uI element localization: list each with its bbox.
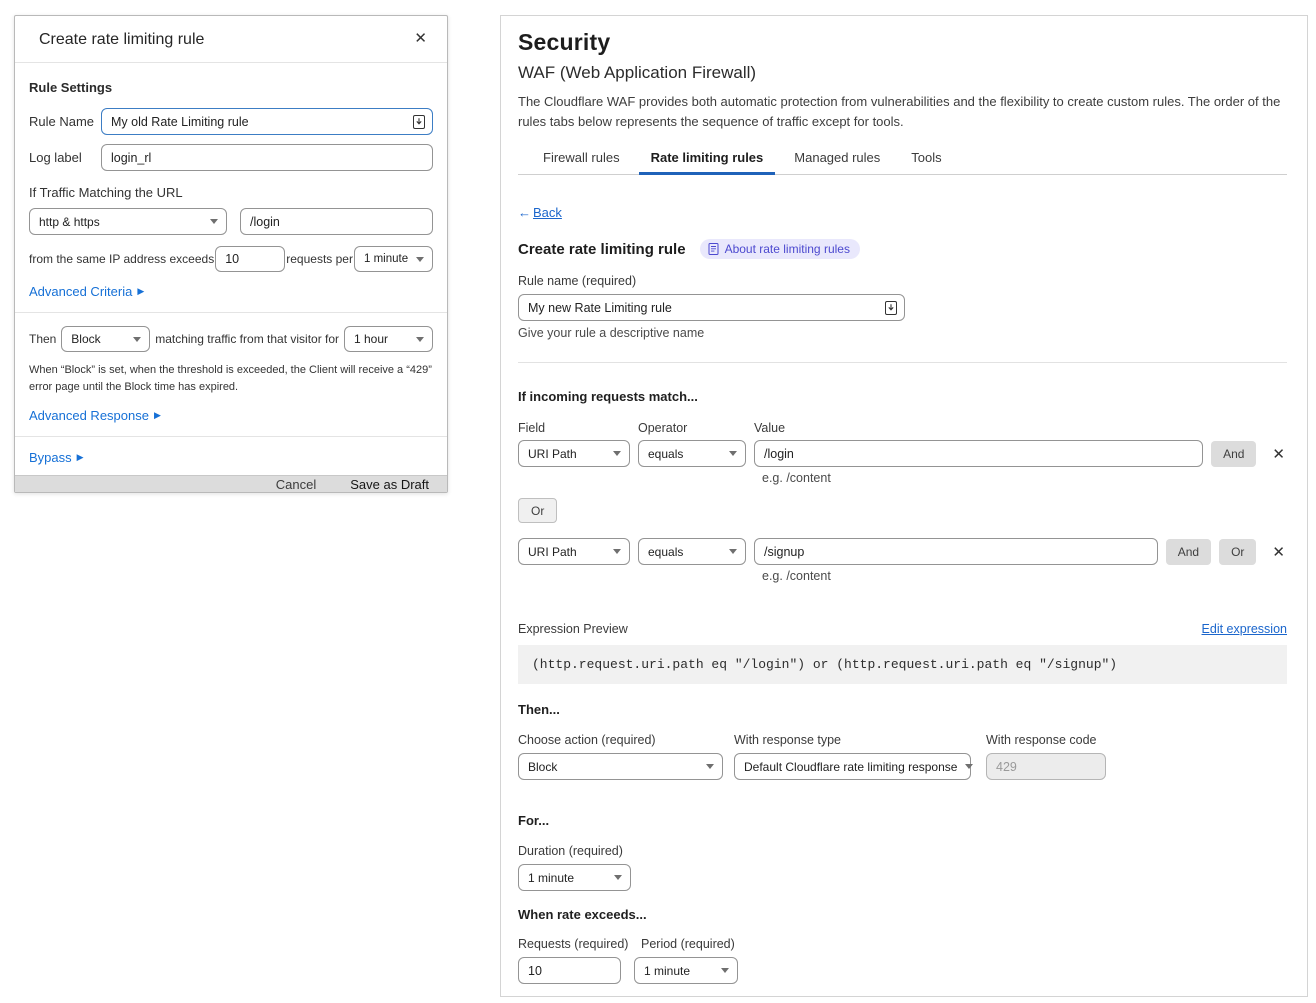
for-section-heading: For... (518, 813, 1287, 828)
remove-condition-icon[interactable]: ✕ (1270, 445, 1287, 463)
arrow-left-icon: ← (518, 205, 531, 220)
action-select[interactable]: Block (61, 326, 150, 352)
autofill-icon (413, 115, 425, 129)
and-button[interactable]: And (1166, 539, 1211, 565)
value-hint: e.g. /content (762, 569, 1287, 583)
value-input[interactable] (754, 440, 1203, 467)
and-button[interactable]: And (1211, 441, 1256, 467)
then-section-heading: Then... (518, 702, 1287, 717)
requests-input[interactable] (518, 957, 621, 984)
tab-bar: Firewall rules Rate limiting rules Manag… (518, 146, 1287, 175)
rate-section-heading: When rate exceeds... (518, 907, 1287, 922)
operator-select[interactable]: equals (638, 538, 746, 565)
page-description: The Cloudflare WAF provides both automat… (518, 92, 1287, 131)
waf-security-page: Security WAF (Web Application Firewall) … (500, 15, 1308, 997)
modal-header: Create rate limiting rule ✕ (15, 16, 447, 63)
action-select[interactable]: Block (518, 753, 723, 780)
rule-settings-heading: Rule Settings (29, 80, 433, 95)
value-input[interactable] (754, 538, 1158, 565)
duration-select[interactable]: 1 minute (518, 864, 631, 891)
tab-tools[interactable]: Tools (909, 146, 943, 174)
response-type-label: With response type (734, 733, 986, 747)
match-row: URI Path equals And Or ✕ (518, 538, 1287, 565)
period-label: Period (required) (641, 937, 735, 951)
back-link[interactable]: ← Back (518, 205, 562, 220)
response-type-select[interactable]: Default Cloudflare rate limiting respons… (734, 753, 971, 780)
match-section-heading: If incoming requests match... (518, 389, 1287, 404)
advanced-response-link[interactable]: Advanced Response ▶ (29, 408, 161, 423)
remove-condition-icon[interactable]: ✕ (1270, 543, 1287, 561)
exceeds-text: from the same IP address exceeds (29, 252, 214, 266)
choose-action-label: Choose action (required) (518, 733, 734, 747)
requests-per-text: requests per (286, 252, 353, 266)
traffic-matching-heading: If Traffic Matching the URL (29, 185, 433, 200)
scheme-select[interactable]: http & https (29, 208, 227, 235)
create-rate-limit-modal: Create rate limiting rule ✕ Rule Setting… (14, 15, 448, 493)
value-hint: e.g. /content (762, 471, 1287, 485)
tab-firewall-rules[interactable]: Firewall rules (541, 146, 622, 174)
modal-title: Create rate limiting rule (39, 31, 204, 48)
field-column-header: Field (518, 421, 638, 435)
divider (15, 436, 447, 437)
expression-code: (http.request.uri.path eq "/login") or (… (518, 645, 1287, 684)
divider (15, 312, 447, 313)
duration-label: Duration (required) (518, 844, 1287, 858)
field-select[interactable]: URI Path (518, 538, 630, 565)
expression-preview-label: Expression Preview (518, 622, 628, 636)
rule-name-label: Rule Name (29, 114, 101, 129)
requests-count-input[interactable] (215, 246, 285, 272)
modal-footer: Cancel Save as Draft (15, 475, 447, 492)
log-label-input[interactable] (101, 144, 433, 171)
about-rate-limiting-badge[interactable]: About rate limiting rules (700, 239, 860, 259)
operator-select[interactable]: equals (638, 440, 746, 467)
period-select[interactable]: 1 minute (634, 957, 738, 984)
save-as-draft-button[interactable]: Save as Draft (350, 477, 429, 492)
or-button[interactable]: Or (518, 498, 557, 523)
matching-text: matching traffic from that visitor for (155, 332, 339, 346)
tab-rate-limiting-rules[interactable]: Rate limiting rules (649, 146, 766, 174)
rule-name-label: Rule name (required) (518, 274, 1287, 288)
rule-name-input[interactable] (101, 108, 433, 135)
edit-expression-link[interactable]: Edit expression (1202, 622, 1287, 636)
period-select[interactable]: 1 minute (354, 246, 433, 272)
response-code-input (986, 753, 1106, 780)
block-duration-select[interactable]: 1 hour (344, 326, 433, 352)
field-select[interactable]: URI Path (518, 440, 630, 467)
cancel-button[interactable]: Cancel (276, 477, 316, 492)
page-subtitle: WAF (Web Application Firewall) (518, 63, 1287, 83)
divider (518, 362, 1287, 363)
modal-body: Rule Settings Rule Name Log label If Tra… (15, 63, 447, 475)
url-input[interactable] (240, 208, 433, 235)
form-title: Create rate limiting rule (518, 241, 686, 258)
triangle-right-icon: ▶ (154, 410, 161, 421)
triangle-right-icon: ▶ (77, 452, 84, 463)
close-icon[interactable]: ✕ (410, 27, 431, 50)
log-label-label: Log label (29, 150, 101, 165)
advanced-criteria-link[interactable]: Advanced Criteria ▶ (29, 284, 144, 299)
document-icon (708, 243, 719, 255)
triangle-right-icon: ▶ (137, 286, 144, 297)
or-button[interactable]: Or (1219, 539, 1256, 565)
autofill-icon (885, 301, 897, 315)
operator-column-header: Operator (638, 421, 754, 435)
rule-name-helper: Give your rule a descriptive name (518, 326, 1287, 340)
then-label: Then (29, 332, 56, 346)
response-code-label: With response code (986, 733, 1106, 747)
page-title: Security (518, 29, 1287, 56)
bypass-link[interactable]: Bypass ▶ (29, 450, 84, 465)
requests-label: Requests (required) (518, 937, 641, 951)
match-row: URI Path equals And ✕ (518, 440, 1287, 467)
rule-name-input[interactable] (518, 294, 905, 321)
tab-managed-rules[interactable]: Managed rules (792, 146, 882, 174)
value-column-header: Value (754, 421, 785, 435)
block-note: When “Block” is set, when the threshold … (29, 362, 433, 396)
